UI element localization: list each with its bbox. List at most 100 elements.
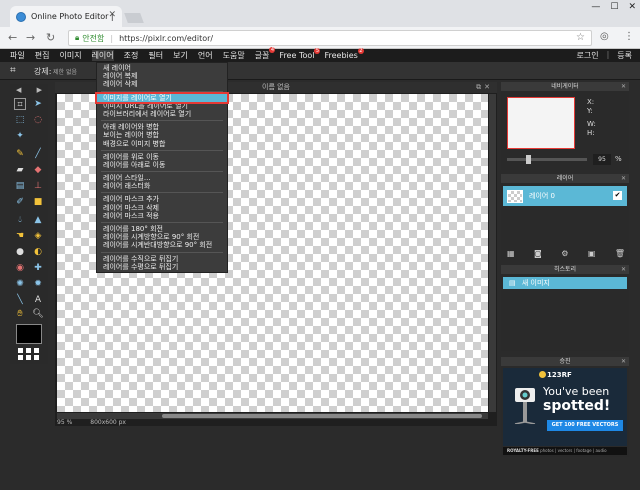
bookmark-star-icon[interactable]: ☆ bbox=[576, 32, 585, 43]
layer-settings-icon[interactable]: ▦ bbox=[507, 249, 515, 258]
menu-item[interactable]: 언어 bbox=[198, 50, 213, 61]
minimize-icon[interactable]: — bbox=[591, 2, 600, 12]
marquee-icon[interactable]: ⬚ bbox=[14, 114, 26, 126]
back-icon[interactable]: ← bbox=[8, 31, 17, 44]
smudge-icon[interactable]: ☚ bbox=[14, 230, 26, 242]
panel-close-icon[interactable]: ✕ bbox=[621, 82, 626, 91]
menu-item[interactable]: 보기 bbox=[173, 50, 188, 61]
lasso-icon[interactable]: ◌ bbox=[32, 114, 44, 126]
menu-item[interactable]: 레이어 bbox=[91, 50, 114, 61]
layer-mask-icon[interactable]: ◙ bbox=[534, 249, 542, 258]
browser-tab[interactable]: Online Photo Editor | ✕ bbox=[10, 6, 122, 27]
pencil-icon[interactable]: ✎ bbox=[14, 148, 26, 160]
scroll-thumb[interactable] bbox=[162, 414, 482, 418]
color-picker-icon[interactable]: ╲ bbox=[14, 294, 26, 306]
menu-item[interactable]: Freebies 2 bbox=[324, 48, 364, 60]
zoom-slider[interactable] bbox=[507, 155, 587, 164]
canvas-zoom[interactable]: 95 bbox=[57, 419, 65, 426]
history-entry[interactable]: ▤ 새 이미지 bbox=[503, 277, 627, 289]
text-tool-icon[interactable]: A bbox=[32, 294, 44, 306]
color-swatches[interactable] bbox=[16, 347, 42, 361]
layer-style-icon[interactable]: ⚙ bbox=[561, 249, 568, 258]
red-eye-icon[interactable]: ◉ bbox=[14, 262, 26, 274]
dodge-icon[interactable]: ● bbox=[14, 246, 26, 258]
layer-menu-item[interactable]: 레이어를 시계반대방향으로 90° 회전 bbox=[97, 241, 227, 249]
register-link[interactable]: 등록 bbox=[617, 50, 632, 61]
layer-menu-item[interactable]: 레이어 마스크 적용 bbox=[97, 212, 227, 220]
ad-cta-button[interactable]: GET 100 FREE VECTORS bbox=[547, 420, 623, 431]
shape-icon[interactable]: ■ bbox=[32, 196, 44, 208]
forward-icon[interactable]: → bbox=[26, 31, 35, 44]
layer-menu-item[interactable]: 레이어를 위로 이동 bbox=[97, 153, 227, 161]
menu-item[interactable]: 파일 bbox=[10, 50, 25, 61]
close-window-icon[interactable]: ✕ bbox=[628, 2, 636, 12]
layer-menu-item[interactable]: 배경으로 이미지 병합 bbox=[97, 140, 227, 148]
layer-menu-item[interactable]: 레이어를 수평으로 뒤집기 bbox=[97, 263, 227, 271]
bucket-icon[interactable]: ◆ bbox=[32, 164, 44, 176]
strength-value[interactable]: 제한 없음 bbox=[53, 67, 77, 76]
panel-close-icon[interactable]: ✕ bbox=[621, 174, 626, 183]
zoom-input[interactable]: 95 bbox=[593, 154, 611, 165]
stamp-icon[interactable]: ⊥ bbox=[32, 180, 44, 192]
reload-icon[interactable]: ↻ bbox=[46, 31, 55, 44]
new-layer-icon[interactable]: ▣ bbox=[588, 249, 596, 258]
menu-item[interactable]: 조정 bbox=[124, 50, 139, 61]
layer-row[interactable]: 레이어 0 ✔ bbox=[503, 186, 627, 206]
layer-visibility-checkbox[interactable]: ✔ bbox=[613, 191, 622, 200]
zoom-slider-knob[interactable] bbox=[525, 155, 531, 164]
panel-next-icon[interactable]: ▶ bbox=[37, 86, 42, 94]
move-icon[interactable]: ➤ bbox=[32, 98, 44, 110]
eraser-icon[interactable]: ▰ bbox=[14, 164, 26, 176]
gradient-icon[interactable]: ▤ bbox=[14, 180, 26, 192]
panel-close-icon[interactable]: ✕ bbox=[621, 265, 626, 274]
layer-menu-item[interactable]: 레이어 마스크 삭제 bbox=[97, 204, 227, 212]
panel-prev-icon[interactable]: ◀ bbox=[16, 86, 21, 94]
extension-icon[interactable]: ◎ bbox=[600, 31, 609, 42]
browser-menu-icon[interactable]: ⋮ bbox=[624, 31, 634, 42]
navigator-thumbnail[interactable] bbox=[507, 97, 575, 149]
layer-menu-item[interactable]: 레이어를 아래로 이동 bbox=[97, 161, 227, 169]
menu-item[interactable]: 이미지 bbox=[59, 50, 81, 61]
ad-banner[interactable]: 123RF You've been spotted! GET 100 FREE … bbox=[503, 368, 627, 446]
menu-item[interactable]: 편집 bbox=[35, 50, 50, 61]
canvas-restore-icon[interactable]: ⧉ bbox=[476, 83, 484, 91]
wand-icon[interactable]: ✦ bbox=[14, 130, 26, 142]
layer-menu-item[interactable]: 레이어를 수직으로 뒤집기 bbox=[97, 255, 227, 263]
menu-item[interactable]: 글꼴 4 bbox=[255, 47, 276, 61]
layer-menu-item[interactable]: 이미지를 레이어로 열기 bbox=[95, 91, 229, 104]
foreground-color-swatch[interactable] bbox=[16, 324, 42, 344]
delete-layer-icon[interactable]: 🗑︎ bbox=[615, 249, 625, 258]
layer-menu-item[interactable]: 레이어를 180° 회전 bbox=[97, 225, 227, 233]
menu-item[interactable]: 필터 bbox=[148, 50, 163, 61]
crop-icon[interactable]: ⌗ bbox=[14, 98, 26, 110]
new-tab-button[interactable] bbox=[124, 13, 144, 23]
layer-menu-item[interactable]: 새 레이어 bbox=[97, 64, 227, 72]
menu-item[interactable]: 도움말 bbox=[223, 50, 245, 61]
layer-menu-item[interactable]: 라이브러리에서 레이어로 열기 bbox=[97, 110, 227, 118]
bloat-icon[interactable]: ✺ bbox=[14, 278, 26, 290]
sharpen-icon[interactable]: ▲ bbox=[32, 214, 44, 226]
spot-heal-icon[interactable]: ✚ bbox=[32, 262, 44, 274]
hand-icon[interactable]: ✋︎ bbox=[14, 308, 26, 320]
layer-menu-item[interactable]: 보이는 레이어 병합 bbox=[97, 131, 227, 139]
burn-icon[interactable]: ◐ bbox=[32, 246, 44, 258]
layer-menu-item[interactable]: 이미지 URL을 레이어로 열기 bbox=[97, 102, 227, 110]
sponge-icon[interactable]: ◈ bbox=[32, 230, 44, 242]
tab-close-icon[interactable]: ✕ bbox=[108, 10, 116, 20]
zoom-icon[interactable]: 🔍︎ bbox=[32, 308, 44, 320]
login-link[interactable]: 로그인 bbox=[576, 50, 598, 61]
lock-icon: 🔒︎ bbox=[75, 33, 80, 42]
layer-menu-item[interactable]: 레이어 래스터화 bbox=[97, 182, 227, 190]
layer-menu-item[interactable]: 레이어 삭제 bbox=[97, 80, 227, 88]
maximize-icon[interactable]: ☐ bbox=[610, 2, 618, 12]
layer-menu-item[interactable]: 레이어 마스크 추가 bbox=[97, 195, 227, 203]
menu-item[interactable]: Free Tool 5 bbox=[279, 48, 321, 60]
panel-close-icon[interactable]: ✕ bbox=[621, 357, 626, 366]
brush-icon[interactable]: ╱ bbox=[32, 148, 44, 160]
vertical-scrollbar[interactable] bbox=[489, 94, 496, 412]
canvas-close-icon[interactable]: ✕ bbox=[484, 83, 493, 91]
blur-icon[interactable]: 💧︎ bbox=[14, 214, 26, 226]
drawing-icon[interactable]: ✐ bbox=[14, 196, 26, 208]
address-bar[interactable]: 🔒︎ 안전함 | https://pixlr.com/editor/ ☆ bbox=[68, 30, 592, 46]
pinch-icon[interactable]: ✹ bbox=[32, 278, 44, 290]
